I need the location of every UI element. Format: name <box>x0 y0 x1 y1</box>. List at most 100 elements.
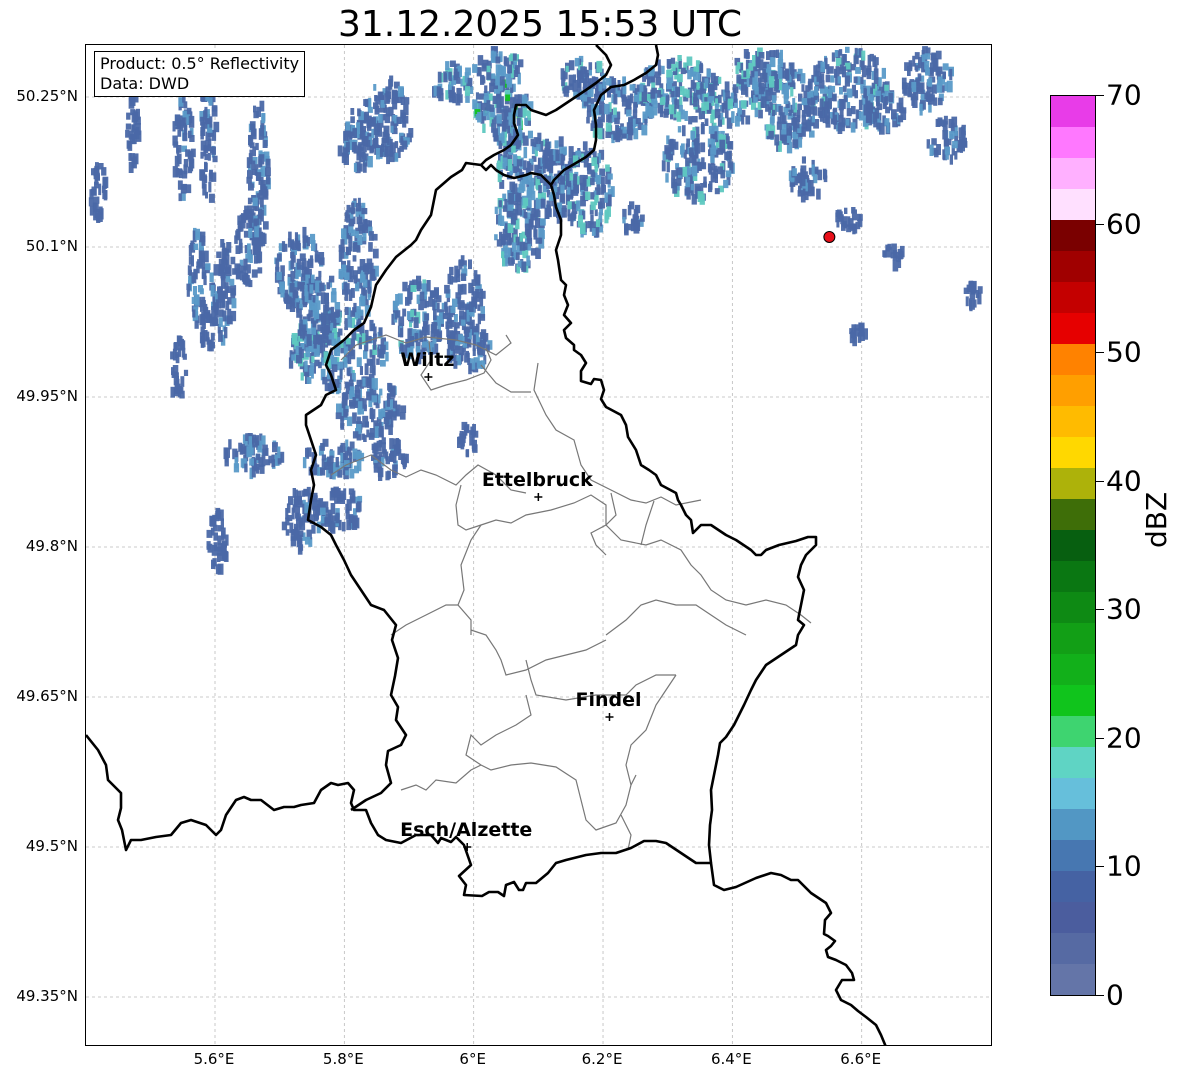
echo-cell <box>479 93 485 100</box>
echo-cell <box>217 535 222 545</box>
echo-cell <box>374 426 379 438</box>
data-source-label: Data: DWD <box>100 74 190 93</box>
colorbar-unit-label: dBZ <box>1140 491 1173 548</box>
echo-cell <box>346 367 351 376</box>
echo-cell <box>481 76 486 84</box>
echo-cell <box>724 81 730 93</box>
latitude-label: 49.5°N <box>25 837 78 855</box>
echo-cell <box>474 274 481 283</box>
echo-cell <box>311 524 316 534</box>
echo-cell <box>359 273 365 283</box>
echo-cell <box>613 132 618 141</box>
echo-cell <box>629 201 635 210</box>
echo-cell <box>399 412 406 420</box>
echo-cell <box>834 50 838 58</box>
echo-cell <box>378 471 383 481</box>
echo-cell <box>298 347 302 355</box>
echo-cell <box>432 299 436 311</box>
echo-cell <box>217 301 222 309</box>
echo-cell <box>546 200 551 208</box>
echo-cell <box>461 421 468 430</box>
echo-cell <box>356 357 362 367</box>
echo-cell <box>799 175 806 187</box>
echo-cell <box>666 77 672 90</box>
colorbar-segment <box>1051 840 1095 871</box>
echo-cell <box>187 166 193 174</box>
echo-cell <box>291 354 296 361</box>
echo-cell <box>461 319 466 326</box>
echo-cell <box>515 252 520 261</box>
echo-cell <box>339 368 343 380</box>
echo-cell <box>387 410 392 419</box>
city-label: Wiltz <box>400 349 455 371</box>
echo-cell <box>775 77 779 89</box>
echo-cell <box>255 142 259 151</box>
map-canvas <box>86 45 991 1045</box>
echo-cell <box>583 66 587 73</box>
colorbar-tick-label: 70 <box>1106 78 1142 112</box>
echo-cell <box>563 86 569 97</box>
echo-cell <box>785 69 790 81</box>
echo-cell <box>513 154 517 164</box>
echo-cell <box>361 295 366 306</box>
echo-cell <box>335 512 340 524</box>
echo-cell <box>236 228 241 241</box>
echo-cell <box>330 322 334 331</box>
echo-cell <box>841 223 846 231</box>
echo-cell <box>338 268 344 279</box>
echo-cell <box>723 179 729 189</box>
echo-cell <box>626 109 632 117</box>
echo-cell <box>313 342 317 349</box>
echo-cell <box>373 326 377 336</box>
echo-cell <box>348 218 355 227</box>
echo-cell <box>363 264 369 272</box>
echo-cell <box>364 98 369 107</box>
echo-cell <box>368 242 373 252</box>
echo-cell <box>330 487 336 498</box>
echo-cell <box>221 530 225 541</box>
echo-cell <box>900 109 907 120</box>
echo-cell <box>224 327 228 339</box>
echo-cell <box>205 263 211 271</box>
echo-cell <box>977 292 982 305</box>
echo-cell <box>452 298 458 307</box>
radar-map[interactable] <box>85 44 992 1046</box>
echo-cell <box>433 309 437 321</box>
radar-site-marker[interactable] <box>823 231 836 243</box>
echo-cell <box>226 242 232 253</box>
echo-cell <box>369 409 376 419</box>
echo-cell <box>769 76 775 88</box>
echo-cell <box>813 65 817 77</box>
echo-cell <box>330 306 335 319</box>
echo-cell <box>135 123 141 135</box>
echo-cell <box>246 222 250 229</box>
echo-cell <box>347 260 351 270</box>
echo-cell <box>624 223 629 234</box>
echo-cell <box>419 291 425 301</box>
echo-cell <box>410 309 415 318</box>
echo-cell <box>509 97 515 109</box>
echo-cell <box>688 147 694 156</box>
echo-cell <box>665 173 669 183</box>
city-marker <box>424 373 433 381</box>
echo-cell <box>465 350 469 358</box>
echo-cell <box>515 65 520 74</box>
latitude-label: 49.35°N <box>16 987 78 1005</box>
echo-cell <box>872 55 876 68</box>
echo-cell <box>530 213 535 221</box>
echo-cell <box>344 272 350 281</box>
echo-cell <box>538 185 542 194</box>
echo-cell <box>384 145 391 156</box>
echo-cell <box>324 461 329 470</box>
echo-cell <box>263 186 268 198</box>
echo-cell <box>303 489 308 497</box>
echo-cell <box>937 117 943 127</box>
echo-cell <box>860 76 864 85</box>
echo-cell <box>344 381 349 389</box>
echo-cell <box>571 211 576 221</box>
echo-cell <box>589 88 594 97</box>
echo-cell <box>714 188 720 195</box>
echo-cell <box>217 287 222 294</box>
echo-cell <box>351 142 357 153</box>
echo-cell <box>814 86 819 96</box>
